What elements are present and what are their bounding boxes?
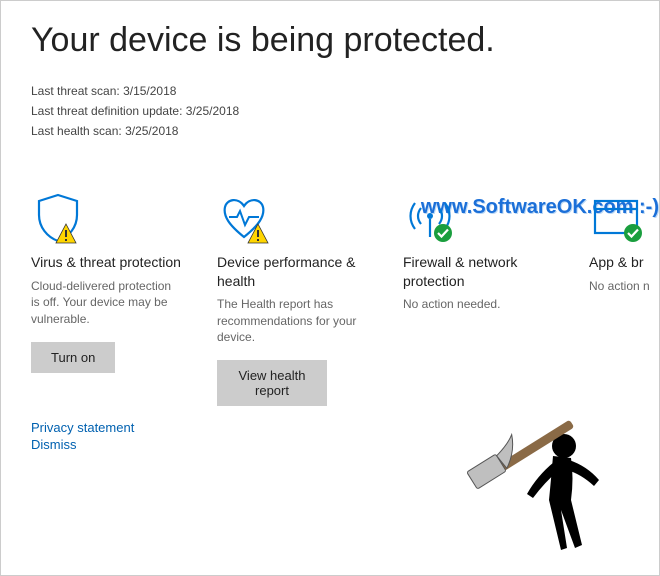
card-desc: The Health report has recommendations fo… [217,296,369,346]
card-desc: No action n [589,278,660,295]
last-def-update-label: Last threat definition update: [31,104,182,118]
last-health-scan-label: Last health scan: [31,124,122,138]
antenna-icon [403,191,555,245]
card-title: Virus & threat protection [31,253,183,271]
last-def-update-value: 3/25/2018 [186,104,239,118]
card-title: Device performance & health [217,253,369,289]
view-health-report-button[interactable]: View health report [217,360,327,406]
last-threat-scan-label: Last threat scan: [31,84,120,98]
last-threat-scan-value: 3/15/2018 [123,84,176,98]
window-icon [589,191,660,245]
status-block: Last threat scan: 3/15/2018 Last threat … [31,82,629,141]
last-health-scan-value: 3/25/2018 [125,124,178,138]
page-title: Your device is being protected. [31,21,629,60]
turn-on-button[interactable]: Turn on [31,342,115,373]
card-virus-threat[interactable]: Virus & threat protection Cloud-delivere… [31,191,183,406]
card-firewall-network[interactable]: Firewall & network protection No action … [403,191,555,406]
shield-icon [31,191,183,245]
card-title: Firewall & network protection [403,253,555,289]
heart-icon [217,191,369,245]
dismiss-link[interactable]: Dismiss [31,437,629,452]
card-title: App & br [589,253,660,271]
privacy-statement-link[interactable]: Privacy statement [31,420,629,435]
card-device-performance[interactable]: Device performance & health The Health r… [217,191,369,406]
card-app-browser[interactable]: App & br No action n [589,191,660,406]
card-desc: No action needed. [403,296,555,313]
card-desc: Cloud-delivered protection is off. Your … [31,278,183,328]
